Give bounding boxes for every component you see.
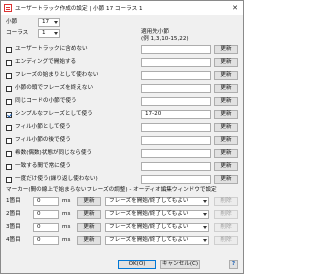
chevron-down-icon [203,239,207,242]
marker-section-title: マーカー(間の線上で始まらないフレーズの調整) - オーディオ編集ウィンドウで設… [6,187,217,193]
rule-checkbox[interactable] [6,60,12,66]
rule-bars-input[interactable] [141,149,211,158]
marker-delete-button[interactable]: 削除 [214,223,238,232]
marker-offset-value: 0 [37,198,41,204]
rule-checkbox[interactable] [6,47,12,53]
rule-label: 同じコードの小節で使う [15,98,77,104]
chorus-value: 1 [42,30,46,36]
rule-update-button[interactable]: 更新 [214,84,238,93]
marker-mode-select[interactable]: フレーズを開始/終了してもよい [105,210,209,219]
rule-label: ユーザートラックに含めない [15,46,88,52]
rule-bars-input[interactable] [141,71,211,80]
marker-offset-input[interactable]: 0 [33,223,59,232]
rule-update-button[interactable]: 更新 [214,175,238,184]
marker-delete-button[interactable]: 削除 [214,197,238,206]
marker-mode-select[interactable]: フレーズを開始/終了してもよい [105,223,209,232]
marker-mode-value: フレーズを開始/終了してもよい [109,224,189,230]
rule-label: フィル小節の後で使う [15,137,71,143]
chorus-select[interactable]: 1 [38,29,60,38]
rule-label: シンプルなフレーズとして使う [15,111,93,117]
cancel-button[interactable]: キャンセル(C) [160,260,200,269]
rule-update-button[interactable]: 更新 [214,123,238,132]
rule-bars-input[interactable] [141,162,211,171]
rule-bars-value: 17-20 [145,111,162,117]
marker-mode-select[interactable]: フレーズを開始/終了してもよい [105,197,209,206]
rule-bars-input[interactable] [141,45,211,54]
marker-offset-value: 0 [37,237,41,243]
app-icon [4,4,12,12]
rule-bars-input[interactable] [141,58,211,67]
rule-label: 小節の頭でフレーズを終えない [15,85,94,91]
marker-label: 4箇目 [6,237,21,243]
rule-checkbox[interactable] [6,164,12,170]
marker-mode-value: フレーズを開始/終了してもよい [109,237,189,243]
marker-label: 2箇目 [6,211,21,217]
marker-offset-input[interactable]: 0 [33,210,59,219]
rule-bars-input[interactable] [141,136,211,145]
rule-label: 一致する間で常に使う [15,163,71,169]
applied-bars-example: (例 1,3,10-15,22) [141,36,189,42]
rule-bars-input[interactable] [141,123,211,132]
close-button[interactable]: ✕ [229,3,241,13]
rule-update-button[interactable]: 更新 [214,162,238,171]
marker-offset-input[interactable]: 0 [33,236,59,245]
marker-label: 1箇目 [6,198,21,204]
window-title: ユーザートラック作成の設定 | 小節 17 コーラス 1 [15,6,143,12]
rule-label: 一度だけ使う(繰り返し使わない) [15,176,98,182]
marker-update-button[interactable]: 更新 [77,197,101,206]
rule-label: 希数(偶数)状態が同じなら使う [15,150,93,156]
bar-value: 17 [42,19,50,25]
rule-bars-input[interactable] [141,84,211,93]
title-bar: ユーザートラック作成の設定 | 小節 17 コーラス 1 ✕ [1,1,243,15]
ok-button[interactable]: OK(O) [118,260,156,269]
rule-checkbox[interactable] [6,99,12,105]
chevron-down-icon [203,226,207,229]
rule-checkbox[interactable] [6,177,12,183]
marker-unit: ms [62,198,71,204]
chevron-down-icon [203,213,207,216]
marker-offset-input[interactable]: 0 [33,197,59,206]
marker-unit: ms [62,211,71,217]
help-icon[interactable]: ? [229,260,238,269]
rule-checkbox[interactable] [6,125,12,131]
rule-checkbox[interactable] [6,138,12,144]
rule-checkbox[interactable] [6,86,12,92]
chevron-down-icon [203,200,207,203]
chevron-down-icon [54,21,58,24]
marker-mode-value: フレーズを開始/終了してもよい [109,211,189,217]
marker-delete-button[interactable]: 削除 [214,236,238,245]
rule-label: エンディングで開始する [15,59,77,65]
marker-offset-value: 0 [37,211,41,217]
bar-select[interactable]: 17 [38,18,60,27]
marker-label: 3箇目 [6,224,21,230]
marker-unit: ms [62,237,71,243]
marker-update-button[interactable]: 更新 [77,236,101,245]
settings-dialog: ユーザートラック作成の設定 | 小節 17 コーラス 1 ✕ 小節 17 コーラ… [0,0,244,274]
rule-bars-input[interactable] [141,97,211,106]
rule-update-button[interactable]: 更新 [214,97,238,106]
rule-update-button[interactable]: 更新 [214,45,238,54]
rule-update-button[interactable]: 更新 [214,71,238,80]
rule-update-button[interactable]: 更新 [214,136,238,145]
rule-checkbox[interactable] [6,151,12,157]
marker-delete-button[interactable]: 削除 [214,210,238,219]
chevron-down-icon [54,32,58,35]
chorus-label: コーラス [6,30,29,36]
marker-mode-value: フレーズを開始/終了してもよい [109,198,189,204]
rule-checkbox-checked[interactable] [6,112,12,118]
marker-update-button[interactable]: 更新 [77,210,101,219]
marker-update-button[interactable]: 更新 [77,223,101,232]
bar-label: 小節 [6,19,18,25]
rule-label: フィル小節として使う [15,124,71,130]
rule-update-button[interactable]: 更新 [214,149,238,158]
rule-checkbox[interactable] [6,73,12,79]
rule-bars-input[interactable] [141,175,211,184]
marker-unit: ms [62,224,71,230]
rule-update-button[interactable]: 更新 [214,58,238,67]
rule-bars-input[interactable]: 17-20 [141,110,211,119]
marker-offset-value: 0 [37,224,41,230]
marker-mode-select[interactable]: フレーズを開始/終了してもよい [105,236,209,245]
rule-label: フレーズの始まりとして使わない [15,72,99,78]
rule-update-button[interactable]: 更新 [214,110,238,119]
